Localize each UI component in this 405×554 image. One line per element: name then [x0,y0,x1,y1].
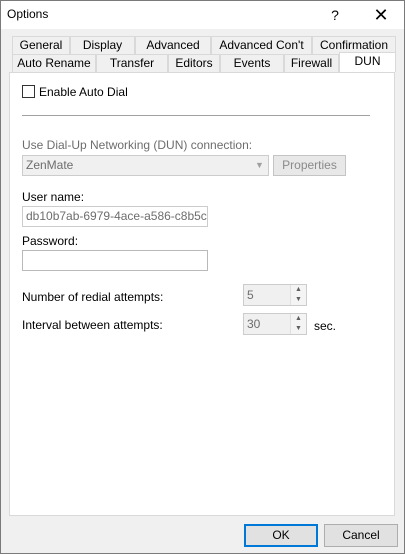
window-title: Options [7,7,49,21]
tab-firewall[interactable]: Firewall [284,54,339,72]
username-label: User name: [22,190,85,204]
interval-spin-buttons[interactable]: ▲ ▼ [290,314,306,334]
tab-advanced[interactable]: Advanced [135,36,211,54]
cancel-button[interactable]: Cancel [324,524,398,547]
enable-auto-dial-checkbox[interactable] [22,85,35,98]
connection-combo[interactable]: ZenMate ▼ [22,155,269,176]
close-button[interactable]: ✕ [359,1,403,29]
username-field[interactable]: db10b7ab-6979-4ace-a586-c8b5ccc9 [22,206,208,227]
tab-display[interactable]: Display [70,36,135,54]
ok-button[interactable]: OK [244,524,318,547]
tab-advanced-cont[interactable]: Advanced Con't [211,36,312,54]
connection-label: Use Dial-Up Networking (DUN) connection: [22,138,253,152]
chevron-up-icon[interactable]: ▲ [291,314,306,324]
chevron-down-icon[interactable]: ▼ [251,156,268,175]
interval-label: Interval between attempts: [22,318,163,332]
connection-value: ZenMate [26,158,74,172]
tab-auto-rename[interactable]: Auto Rename [12,54,96,72]
tab-editors[interactable]: Editors [168,54,220,72]
chevron-up-icon[interactable]: ▲ [291,285,306,295]
password-field[interactable] [22,250,208,271]
enable-auto-dial-label[interactable]: Enable Auto Dial [39,85,128,99]
properties-button[interactable]: Properties [273,155,346,176]
title-bar: Options ? ✕ [1,1,404,29]
redial-attempts-value: 5 [247,288,254,302]
redial-spin-buttons[interactable]: ▲ ▼ [290,285,306,305]
chevron-down-icon[interactable]: ▼ [291,295,306,305]
redial-attempts-stepper[interactable]: 5 ▲ ▼ [243,284,307,306]
help-button[interactable]: ? [313,1,357,29]
interval-stepper[interactable]: 30 ▲ ▼ [243,313,307,335]
tab-transfer[interactable]: Transfer [96,54,168,72]
tab-general[interactable]: General [12,36,70,54]
password-label: Password: [22,234,79,248]
options-dialog: Options ? ✕ General Display Advanced Adv… [0,0,405,554]
chevron-down-icon[interactable]: ▼ [291,324,306,334]
interval-value: 30 [247,317,261,331]
tab-dun[interactable]: DUN [339,52,396,72]
redial-attempts-label: Number of redial attempts: [22,290,164,304]
interval-unit-label: sec. [314,319,337,333]
tab-events[interactable]: Events [220,54,284,72]
separator [22,115,370,116]
